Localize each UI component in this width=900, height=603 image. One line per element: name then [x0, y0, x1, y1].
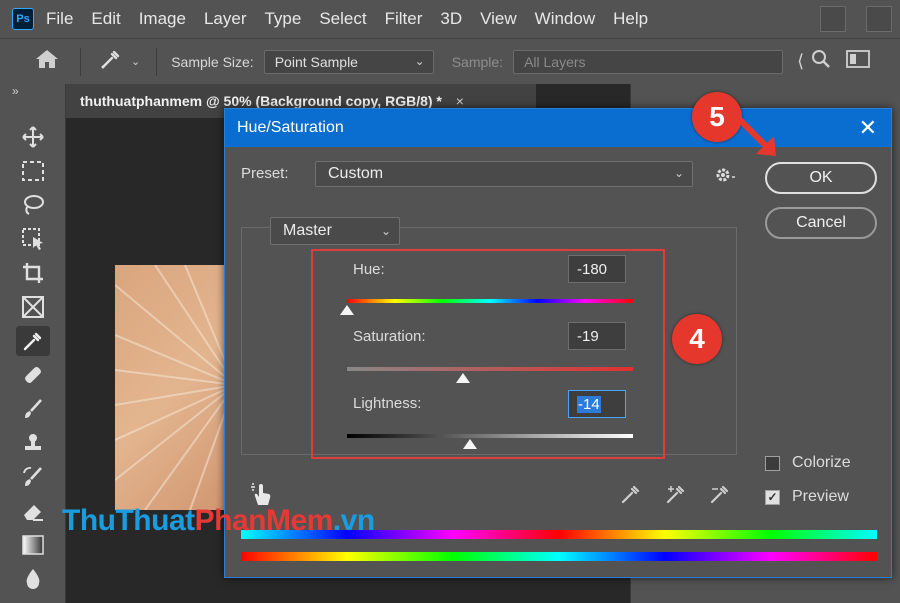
- watermark-part-2: PhanMem: [194, 504, 334, 537]
- menu-3d[interactable]: 3D: [440, 9, 462, 29]
- colorize-checkbox[interactable]: [765, 455, 780, 471]
- colorize-checkbox-row[interactable]: Colorize: [765, 454, 851, 472]
- stamp-tool-icon[interactable]: [16, 428, 50, 458]
- eyedropper-tool-icon[interactable]: [99, 47, 123, 76]
- document-image: [115, 265, 235, 510]
- menu-file[interactable]: File: [46, 9, 73, 29]
- lasso-tool-icon[interactable]: [16, 190, 50, 220]
- menu-help[interactable]: Help: [613, 9, 648, 29]
- sample-value: All Layers: [524, 53, 586, 70]
- preset-select[interactable]: Custom ⌄: [315, 161, 693, 187]
- lightness-input[interactable]: -14: [568, 390, 626, 418]
- hue-slider-thumb[interactable]: [340, 305, 354, 315]
- lightness-slider-track[interactable]: [347, 434, 633, 438]
- sample-size-value: Point Sample: [274, 53, 358, 70]
- sample-size-label: Sample Size:: [171, 53, 254, 70]
- saturation-value: -19: [577, 328, 599, 345]
- channel-value: Master: [283, 222, 332, 239]
- chevron-down-icon: ⌄: [380, 224, 391, 238]
- add-to-sample-eyedropper-icon[interactable]: [665, 483, 687, 505]
- divider: [80, 47, 81, 76]
- menu-select[interactable]: Select: [319, 9, 366, 29]
- menu-image[interactable]: Image: [139, 9, 186, 29]
- sample-label: Sample:: [451, 53, 504, 70]
- menu-type[interactable]: Type: [264, 9, 301, 29]
- channel-select[interactable]: Master ⌄: [270, 217, 400, 245]
- cancel-button[interactable]: Cancel: [765, 207, 877, 239]
- eraser-tool-icon[interactable]: [16, 496, 50, 526]
- close-tab-icon[interactable]: ×: [456, 93, 464, 109]
- saturation-label: Saturation:: [353, 328, 426, 345]
- hue-label: Hue:: [353, 261, 385, 278]
- eyedropper-icon[interactable]: [620, 483, 642, 505]
- preset-label: Preset:: [241, 165, 289, 182]
- sample-size-select[interactable]: Point Sample ⌄: [263, 49, 434, 74]
- tools-panel: »: [0, 84, 66, 603]
- brush-tool-icon[interactable]: [16, 394, 50, 424]
- move-tool-icon[interactable]: [16, 122, 50, 152]
- chevron-down-icon: ⌄: [414, 53, 425, 68]
- marquee-tool-icon[interactable]: [16, 156, 50, 186]
- search-icon[interactable]: [810, 48, 832, 75]
- step-4-badge: 4: [672, 314, 722, 364]
- options-bar: ⌄ Sample Size: Point Sample ⌄ Sample: Al…: [0, 38, 900, 84]
- chevron-down-icon[interactable]: ⌄: [131, 55, 140, 68]
- menu-view[interactable]: View: [480, 9, 517, 29]
- menu-window[interactable]: Window: [535, 9, 595, 29]
- lightness-label: Lightness:: [353, 395, 422, 412]
- document-title: thuthuatphanmem @ 50% (Background copy, …: [80, 93, 442, 109]
- preset-value: Custom: [328, 165, 384, 182]
- saturation-slider-track[interactable]: [347, 367, 633, 371]
- blur-tool-icon[interactable]: [16, 564, 50, 594]
- close-icon[interactable]: ✕: [859, 115, 877, 141]
- healing-brush-tool-icon[interactable]: [16, 360, 50, 390]
- crop-tool-icon[interactable]: [16, 258, 50, 288]
- object-select-tool-icon[interactable]: [16, 224, 50, 254]
- dialog-title-bar[interactable]: Hue/Saturation ✕: [225, 109, 891, 147]
- hue-input[interactable]: -180: [568, 255, 626, 283]
- photoshop-logo: Ps: [12, 8, 34, 30]
- menu-filter[interactable]: Filter: [385, 9, 423, 29]
- workspace-icon[interactable]: [846, 50, 870, 73]
- lightness-value: -14: [577, 396, 601, 413]
- subtract-from-sample-eyedropper-icon[interactable]: [709, 483, 731, 505]
- preview-checkbox[interactable]: ✓: [765, 489, 780, 505]
- watermark-part-1: ThuThuat: [62, 504, 195, 537]
- eyedropper-tool-icon[interactable]: [16, 326, 50, 356]
- dialog-title: Hue/Saturation: [237, 119, 344, 136]
- maximize-button[interactable]: [866, 6, 892, 32]
- frame-tool-icon[interactable]: [16, 292, 50, 322]
- history-brush-tool-icon[interactable]: [16, 462, 50, 492]
- watermark-part-3: .vn: [332, 504, 375, 537]
- sample-select[interactable]: All Layers: [513, 49, 784, 74]
- gradient-tool-icon[interactable]: [16, 530, 50, 560]
- input-color-bar: [241, 552, 877, 561]
- lightness-slider-thumb[interactable]: [462, 439, 477, 449]
- minimize-button[interactable]: [820, 6, 846, 32]
- hue-slider-track[interactable]: [347, 299, 633, 303]
- expand-icon[interactable]: »: [12, 84, 19, 98]
- watermark-logo: ThuThuatPhanMem.vn: [62, 504, 375, 538]
- menu-layer[interactable]: Layer: [204, 9, 247, 29]
- quick-action-icon[interactable]: ⟨: [797, 51, 804, 72]
- home-icon[interactable]: [34, 48, 60, 75]
- colorize-label: Colorize: [792, 454, 851, 471]
- saturation-slider-thumb[interactable]: [455, 373, 470, 383]
- annotation-arrow: [731, 111, 776, 156]
- preview-label: Preview: [792, 488, 849, 505]
- hue-value: -180: [577, 261, 608, 278]
- saturation-input[interactable]: -19: [568, 322, 626, 350]
- divider: [156, 47, 158, 76]
- menu-edit[interactable]: Edit: [91, 9, 120, 29]
- chevron-down-icon: ⌄: [673, 166, 684, 180]
- preview-checkbox-row[interactable]: ✓ Preview: [765, 488, 849, 506]
- menu-bar: Ps File Edit Image Layer Type Select Fil…: [0, 0, 900, 38]
